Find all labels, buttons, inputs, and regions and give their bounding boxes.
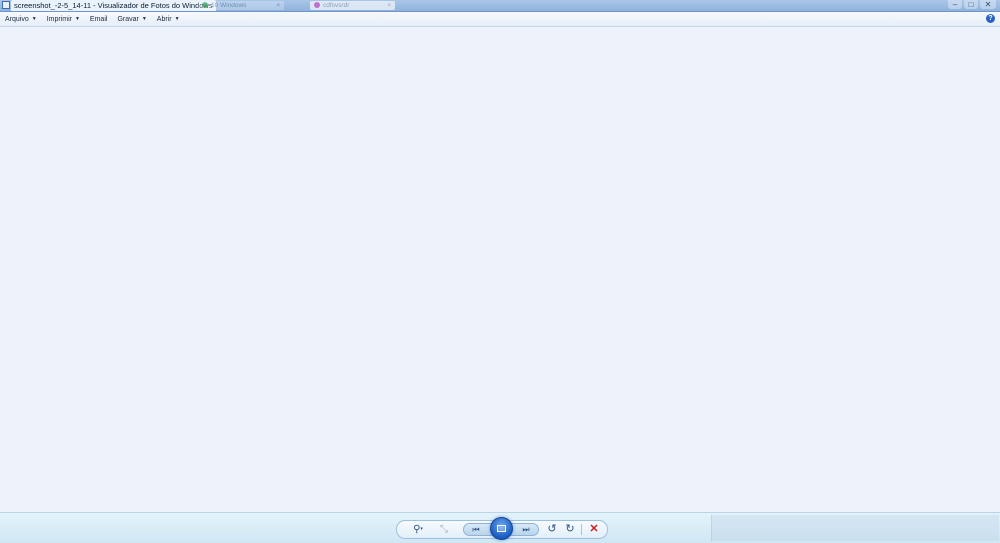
help-icon[interactable]: ?	[986, 14, 995, 23]
rotate-left-button[interactable]: ↺	[545, 521, 559, 538]
tab-favicon-icon	[202, 2, 208, 9]
menu-imprimir[interactable]: Imprimir ▼	[42, 12, 85, 26]
background-tab-cdfsvsrdr[interactable]: cdfsvsrdr ×	[310, 1, 396, 10]
title-bar: screenshot_-2-5_14-11 - Visualizador de …	[0, 0, 1000, 12]
menu-gravar[interactable]: Gravar ▼	[112, 12, 151, 26]
toolbar-divider	[581, 524, 582, 535]
close-window-button[interactable]: ✕	[980, 0, 996, 9]
rotate-left-icon: ↺	[547, 523, 557, 535]
next-icon: ⏭	[522, 525, 530, 534]
rotate-right-button[interactable]: ↻	[563, 521, 577, 538]
dropdown-arrow-icon: ▼	[141, 16, 147, 22]
background-tab-windows[interactable]: 10 Windows ×	[198, 1, 285, 10]
minimize-button[interactable]: –	[948, 0, 962, 9]
taskbar-preview-overlay	[711, 515, 999, 541]
slideshow-button[interactable]	[490, 517, 513, 540]
background-tab-label: 10 Windows	[211, 2, 247, 9]
menu-abrir[interactable]: Abrir ▼	[152, 12, 185, 26]
image-viewer-area	[0, 27, 1000, 512]
window-title: screenshot_-2-5_14-11 - Visualizador de …	[11, 0, 216, 11]
dropdown-arrow-icon: ▼	[74, 16, 80, 22]
tab-favicon-icon	[314, 2, 320, 9]
dropdown-arrow-icon: ▼	[174, 16, 180, 22]
menu-label: Abrir	[156, 15, 172, 23]
actual-size-button[interactable]: ⤡	[437, 521, 451, 538]
tab-close-icon[interactable]: ×	[276, 2, 280, 9]
menu-label: Email	[89, 15, 108, 23]
zoom-button[interactable]: ⚲▾	[407, 521, 429, 538]
rotate-right-icon: ↻	[565, 523, 575, 535]
menu-email[interactable]: Email	[85, 12, 113, 26]
viewer-controls: ⚲▾ ⤡ ⏮ ⏭ ↺ ↻ ✕	[396, 517, 608, 540]
tab-close-icon[interactable]: ×	[387, 2, 391, 9]
window-controls: – □ ✕	[948, 0, 996, 10]
next-button[interactable]: ⏭	[519, 521, 533, 538]
slideshow-icon	[497, 525, 506, 532]
dropdown-arrow-icon: ▼	[31, 16, 37, 22]
previous-icon: ⏮	[472, 525, 480, 534]
previous-button[interactable]: ⏮	[469, 521, 483, 538]
background-tab-label: cdfsvsrdr	[323, 2, 350, 9]
menu-label: Imprimir	[46, 15, 72, 23]
menu-label: Gravar	[117, 15, 139, 23]
menu-bar: Arquivo ▼ Imprimir ▼ Email Gravar ▼ Abri…	[0, 12, 1000, 27]
menu-label: Arquivo	[5, 15, 29, 23]
delete-button[interactable]: ✕	[587, 521, 601, 538]
menu-arquivo[interactable]: Arquivo ▼	[0, 12, 42, 26]
maximize-button[interactable]: □	[964, 0, 978, 9]
delete-icon: ✕	[589, 523, 599, 535]
fit-window-icon: ⤡	[440, 524, 448, 535]
photo-viewer-app-icon	[2, 1, 10, 9]
chevron-down-icon: ▾	[420, 526, 423, 532]
